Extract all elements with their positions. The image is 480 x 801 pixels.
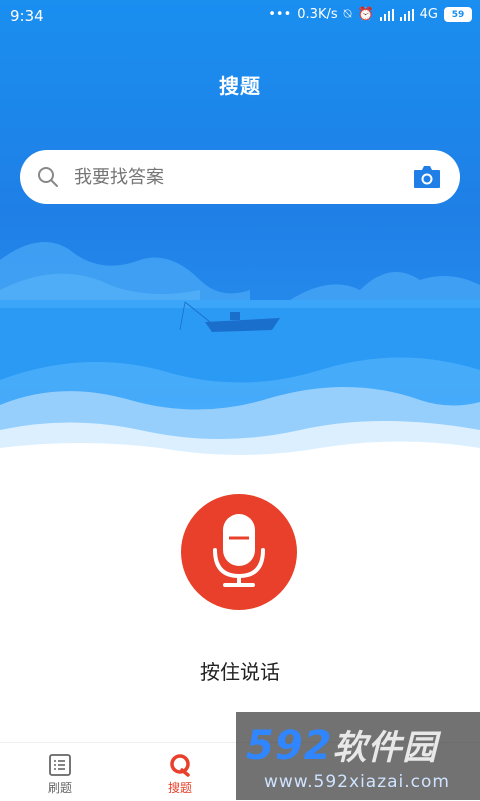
status-time: 9:34 — [10, 7, 44, 25]
search-tab-icon — [170, 754, 190, 777]
watermark-number: 592 — [246, 723, 333, 769]
search-input[interactable] — [72, 150, 396, 206]
signal-icon — [379, 8, 394, 21]
lake-landscape-illustration — [0, 242, 480, 470]
list-icon — [49, 754, 71, 776]
search-icon — [38, 167, 58, 187]
camera-icon[interactable] — [412, 164, 442, 190]
microphone-icon — [213, 514, 265, 587]
tab-practice[interactable]: 刷题 — [20, 743, 100, 801]
watermark-brand: 592软件园 — [246, 720, 438, 769]
search-bar[interactable] — [20, 150, 460, 206]
alarm-icon: ⏰ — [357, 7, 374, 22]
watermark-suffix: 软件园 — [332, 728, 438, 768]
status-icons: ••• 0.3K/s ⍉ ⏰ 4G 59 — [268, 7, 472, 22]
tab-search[interactable]: 搜题 — [140, 743, 220, 801]
tab-practice-label: 刷题 — [47, 781, 72, 795]
voice-record-button[interactable] — [181, 494, 297, 610]
hero-banner: 9:34 ••• 0.3K/s ⍉ ⏰ 4G 59 搜题 — [0, 0, 480, 470]
battery-icon: 59 — [444, 7, 472, 22]
mute-icon: ⍉ — [343, 7, 352, 22]
hold-to-speak-label: 按住说话 — [200, 660, 280, 684]
network-type: 4G — [419, 7, 438, 22]
watermark-url: www.592xiazai.com — [264, 772, 450, 792]
more-dots: ••• — [268, 7, 292, 22]
signal-icon-2 — [399, 8, 414, 21]
watermark: 592软件园 www.592xiazai.com — [236, 712, 480, 800]
page-title: 搜题 — [219, 74, 261, 98]
tab-search-label: 搜题 — [167, 781, 192, 795]
network-speed: 0.3K/s — [297, 7, 338, 22]
status-bar: 9:34 ••• 0.3K/s ⍉ ⏰ 4G 59 — [0, 0, 480, 32]
